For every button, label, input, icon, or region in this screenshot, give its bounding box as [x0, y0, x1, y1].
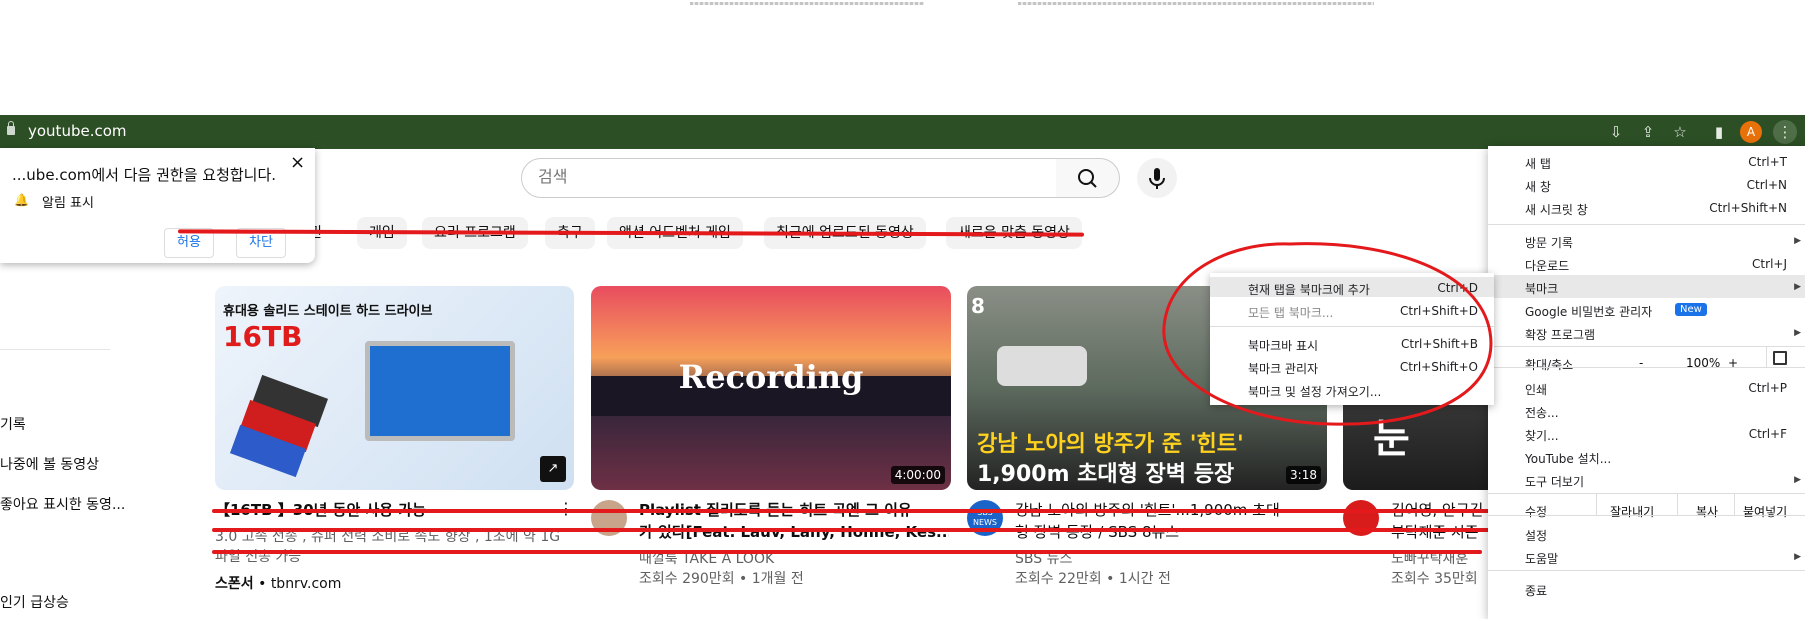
menu-separator	[1488, 570, 1805, 571]
video-title[interactable]: 형 장벽 등장 / SBS 8뉴스	[1015, 521, 1325, 543]
mic-icon	[1149, 168, 1165, 189]
menu-separator	[1734, 493, 1735, 515]
menu-item-print[interactable]: 인쇄	[1525, 381, 1547, 398]
menu-item-bookmarks[interactable]: 북마크	[1525, 280, 1558, 297]
search-input[interactable]	[521, 158, 1057, 198]
thumb-big: 16TB	[223, 320, 303, 353]
menu-separator	[1488, 224, 1805, 225]
lock-icon[interactable]	[7, 121, 15, 135]
side-panel-icon[interactable]: ▮	[1707, 120, 1731, 144]
menu-separator	[1488, 493, 1805, 494]
edit-label: 수정	[1525, 505, 1548, 519]
menu-item-new-window[interactable]: 새 창	[1525, 178, 1551, 195]
chrome-menu: 새 탭 Ctrl+T 새 창 Ctrl+N 새 시크릿 창 Ctrl+Shift…	[1488, 146, 1805, 619]
menu-item-new-tab[interactable]: 새 탭	[1525, 155, 1551, 172]
chevron-right-icon: ▶	[1794, 328, 1801, 338]
install-icon[interactable]: ⇩	[1604, 120, 1628, 144]
menu-item-password-manager[interactable]: Google 비밀번호 관리자	[1525, 303, 1652, 320]
shortcut: Ctrl+P	[1748, 381, 1787, 395]
chevron-right-icon: ▶	[1794, 236, 1801, 246]
strike-annotation	[212, 550, 1482, 554]
fullscreen-icon[interactable]	[1773, 351, 1787, 365]
laptop-image	[365, 341, 515, 441]
permission-popup: ...ube.com에서 다음 권한을 요청합니다. × 🔔 알림 표시 허용 …	[0, 148, 315, 263]
chevron-right-icon: ▶	[1794, 475, 1801, 485]
shortcut: Ctrl+J	[1752, 257, 1787, 271]
copy-button[interactable]: 복사	[1696, 503, 1718, 520]
car-image	[997, 346, 1087, 386]
paste-button[interactable]: 붙여넣기	[1743, 503, 1787, 520]
menu-item-downloads[interactable]: 다운로드	[1525, 257, 1569, 274]
avatar[interactable]: A	[1740, 121, 1762, 143]
new-badge: New	[1675, 303, 1707, 316]
video-meta: 조회수 290만회 • 1개월 전	[639, 571, 804, 587]
browser-toolbar: youtube.com ⇩ ⇪ ☆ ▮ ⋮	[0, 115, 1805, 149]
zoom-label: 확대/축소	[1525, 358, 1574, 372]
video-meta: 조회수 35만회	[1391, 571, 1478, 587]
video-title[interactable]: 부탁재준 시즌	[1391, 521, 1491, 543]
search-icon	[1078, 169, 1097, 188]
menu-item-history[interactable]: 방문 기록	[1525, 234, 1573, 251]
circle-annotation	[1162, 242, 1493, 426]
menu-item-settings[interactable]: 설정	[1525, 527, 1547, 544]
thumb-heading: 휴대용 솔리드 스테이트 하드 드라이브	[223, 304, 433, 319]
thumb-text: Recording	[678, 358, 864, 396]
menu-item-help[interactable]: 도움말	[1525, 550, 1558, 567]
shortcut: Ctrl+Shift+N	[1709, 201, 1787, 215]
menu-separator	[1596, 493, 1597, 515]
sidebar-item-history[interactable]: 기록	[0, 414, 26, 434]
menu-item-cast[interactable]: 전송...	[1525, 404, 1559, 421]
news-logo: 8	[971, 294, 985, 318]
sidebar-item-trending[interactable]: 인기 급상승	[0, 592, 69, 612]
star-icon[interactable]: ☆	[1668, 120, 1692, 144]
menu-separator	[1488, 367, 1805, 368]
sidebar-item-watch-later[interactable]: 나중에 볼 동영상	[0, 454, 99, 474]
shortcut: Ctrl+N	[1746, 178, 1787, 192]
top-divider	[1018, 2, 1374, 5]
permission-title: ...ube.com에서 다음 권한을 요청합니다.	[12, 166, 277, 184]
sponsor-label: 스폰서	[215, 576, 254, 592]
video-meta: 조회수 22만회 • 1시간 전	[1015, 571, 1171, 587]
kebab-menu-icon[interactable]: ⋮	[1773, 120, 1797, 144]
menu-separator	[1677, 493, 1678, 515]
share-icon[interactable]: ⇪	[1636, 120, 1660, 144]
shortcut: Ctrl+F	[1748, 427, 1787, 441]
thumb-caption: 1,900m 초대형 장벽 등장	[977, 462, 1235, 487]
menu-separator	[1766, 347, 1767, 367]
video-desc: 파일 전송 가능	[215, 549, 302, 565]
chevron-right-icon: ▶	[1794, 552, 1801, 562]
voice-search-button[interactable]	[1137, 158, 1177, 198]
menu-separator	[1488, 515, 1805, 516]
close-icon[interactable]: ×	[290, 152, 305, 173]
external-link-icon[interactable]: ↗	[540, 456, 566, 482]
video-title[interactable]: 가 있다[Feat. Lauv, Lany, Honne, Kes...	[639, 521, 949, 543]
permission-notification: 알림 표시	[42, 196, 94, 211]
search-button[interactable]	[1056, 158, 1120, 198]
sidebar-item-liked[interactable]: 좋아요 표시한 동영...	[0, 494, 125, 514]
menu-separator	[1488, 346, 1805, 347]
duration-badge: 4:00:00	[890, 466, 945, 484]
top-divider	[690, 2, 924, 5]
sidebar-divider	[0, 349, 110, 350]
strike-annotation	[212, 528, 1492, 532]
menu-item-more-tools[interactable]: 도구 더보기	[1525, 473, 1584, 490]
menu-item-extensions[interactable]: 확장 프로그램	[1525, 326, 1595, 343]
video-thumbnail[interactable]: Recording 4:00:00	[591, 286, 951, 490]
shortcut: Ctrl+T	[1748, 155, 1787, 169]
menu-item-incognito[interactable]: 새 시크릿 창	[1525, 201, 1588, 218]
menu-item-find[interactable]: 찾기...	[1525, 427, 1559, 444]
chevron-right-icon: ▶	[1794, 282, 1801, 292]
cut-button[interactable]: 잘라내기	[1610, 503, 1654, 520]
address-bar[interactable]: youtube.com	[28, 122, 127, 140]
bell-icon: 🔔	[14, 193, 29, 207]
menu-item-install[interactable]: YouTube 설치...	[1525, 450, 1611, 467]
menu-item-exit[interactable]: 종료	[1525, 582, 1547, 599]
strike-annotation	[212, 509, 1506, 513]
duration-badge: 3:18	[1286, 466, 1321, 484]
video-thumbnail[interactable]: 휴대용 솔리드 스테이트 하드 드라이브 16TB ↗	[215, 286, 574, 490]
ad-domain[interactable]: tbnrv.com	[271, 576, 342, 592]
